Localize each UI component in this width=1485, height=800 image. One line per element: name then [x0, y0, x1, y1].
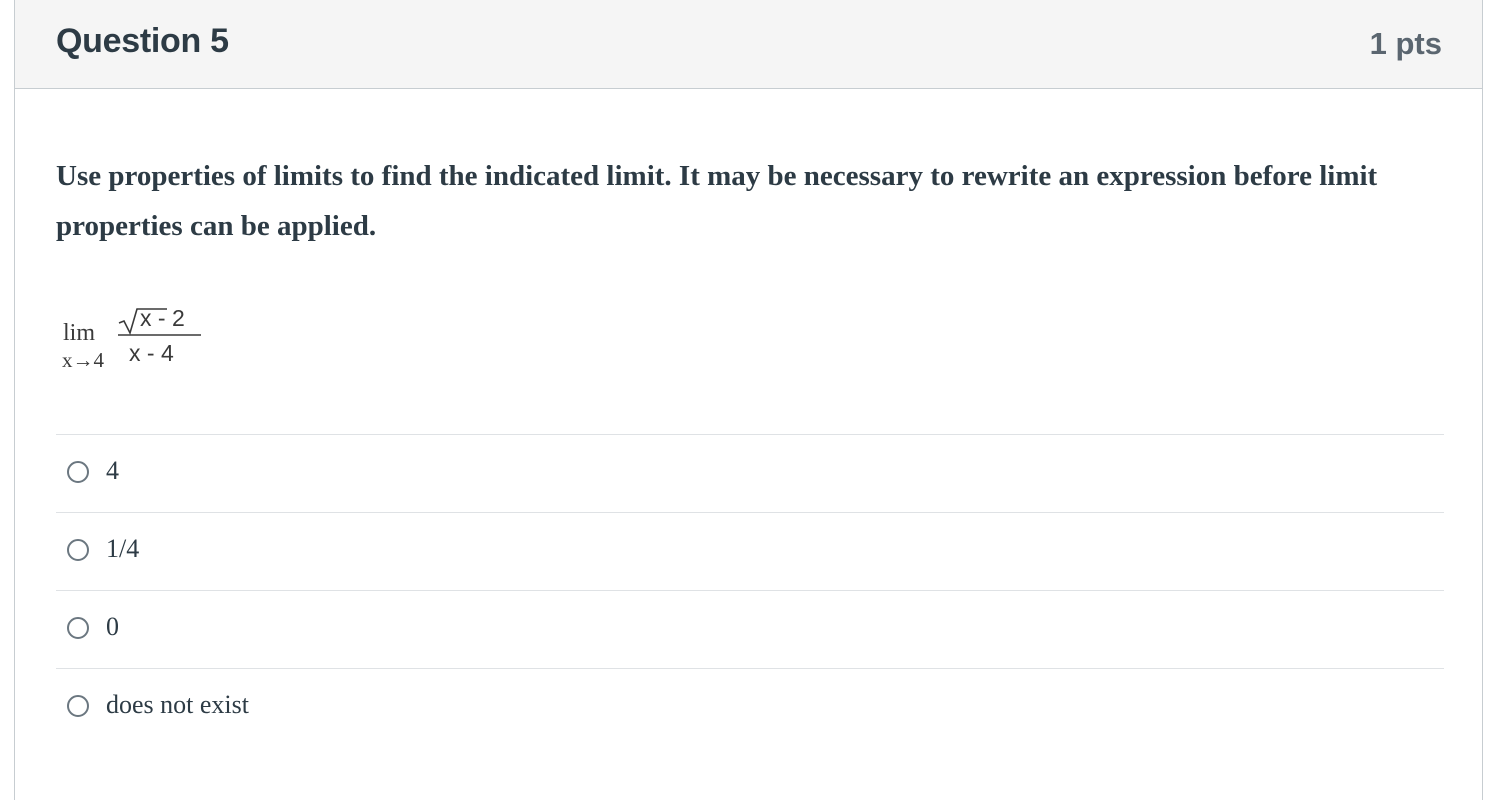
answer-options: 4 1/4 0 does not exist	[56, 434, 1444, 746]
radio-button[interactable]	[67, 539, 89, 561]
answer-label: does not exist	[106, 690, 249, 719]
answer-option-3[interactable]: 0	[56, 590, 1444, 668]
question-card: Question 5 1 pts Use properties of limit…	[14, 0, 1483, 800]
fraction-denominator: x - 4	[129, 340, 174, 366]
answer-option-4[interactable]: does not exist	[56, 668, 1444, 746]
radio-button[interactable]	[67, 461, 89, 483]
answer-option-2[interactable]: 1/4	[56, 512, 1444, 590]
question-prompt: Use properties of limits to find the ind…	[56, 160, 1378, 242]
answer-label: 1/4	[106, 534, 140, 563]
limit-expression: lim x→4 x - 2 x - 4	[62, 302, 223, 382]
answer-label: 0	[106, 612, 119, 641]
fraction-numerator: x - 2	[140, 305, 185, 331]
radio-button[interactable]	[67, 617, 89, 639]
question-title: Question 5	[56, 22, 229, 60]
answer-label: 4	[106, 456, 119, 485]
radio-button[interactable]	[67, 695, 89, 717]
question-header: Question 5 1 pts	[15, 0, 1482, 89]
question-points: 1 pts	[1369, 26, 1442, 61]
answer-option-1[interactable]: 4	[56, 434, 1444, 512]
